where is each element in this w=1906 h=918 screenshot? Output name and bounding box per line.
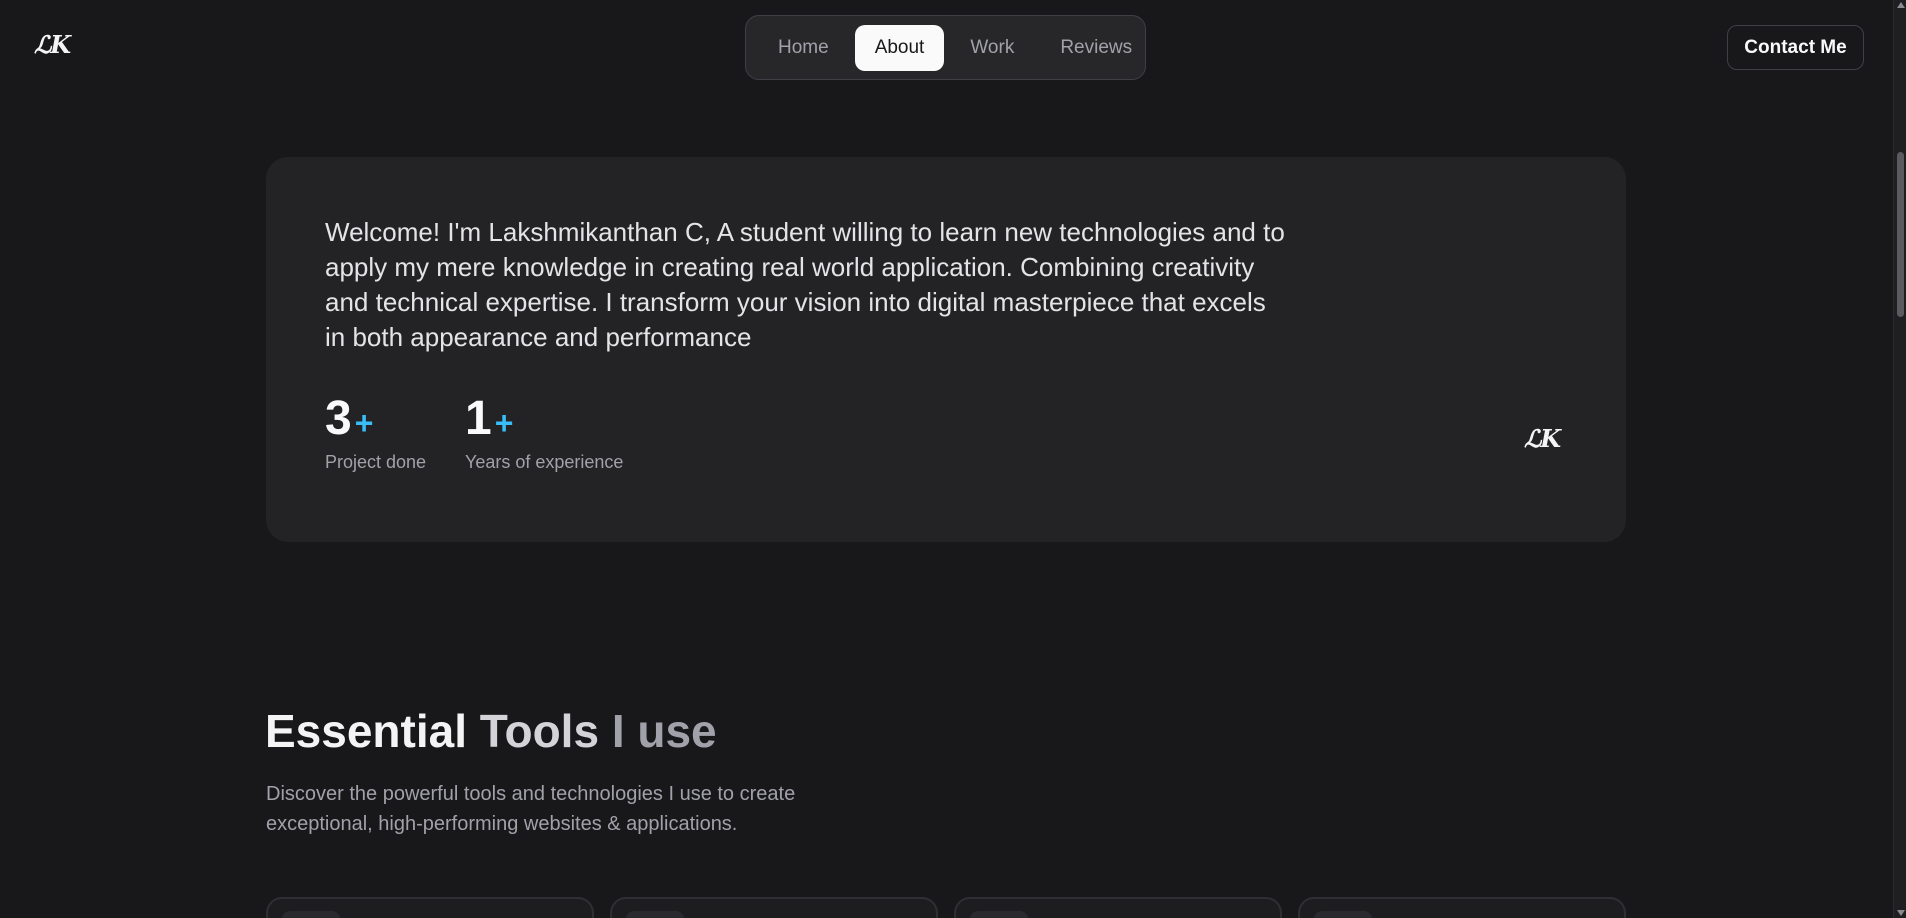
tool-card[interactable]: [1298, 897, 1626, 918]
stat-projects: 3+ Project done: [325, 394, 426, 473]
main-nav: Home About Work Reviews: [745, 15, 1146, 80]
nav-item-home[interactable]: Home: [758, 25, 849, 71]
nav-item-work[interactable]: Work: [950, 25, 1034, 71]
about-logo: ℒK: [1524, 424, 1561, 453]
scroll-down-arrow-icon[interactable]: [1897, 910, 1905, 916]
stat-plus: +: [494, 405, 514, 441]
stat-experience: 1+ Years of experience: [465, 394, 623, 473]
stat-label: Project done: [325, 452, 427, 472]
tool-icon: [970, 911, 1028, 918]
title-word-i-use: I use: [611, 705, 717, 757]
stat-value: 3: [325, 392, 352, 445]
tool-icon: [626, 911, 684, 918]
tool-card[interactable]: [954, 897, 1282, 918]
scroll-up-arrow-icon[interactable]: [1897, 2, 1905, 8]
tool-card[interactable]: [610, 897, 938, 918]
title-word-tools: Tools: [479, 705, 600, 757]
tool-icon: [282, 911, 340, 918]
stat-value: 1: [465, 392, 492, 445]
stat-label: Years of experience: [465, 452, 624, 472]
tools-section-description: Discover the powerful tools and technolo…: [266, 783, 796, 835]
nav-item-reviews[interactable]: Reviews: [1040, 25, 1152, 71]
stat-plus: +: [354, 405, 374, 441]
page: ℒK Home About Work Reviews Contact Me We…: [0, 0, 1906, 918]
tool-card[interactable]: [266, 897, 594, 918]
tools-section-title: Essential Tools I use: [265, 703, 717, 759]
title-word-essential: Essential: [265, 705, 467, 757]
scrollbar[interactable]: [1893, 0, 1906, 918]
scrollbar-thumb[interactable]: [1897, 152, 1904, 317]
site-logo[interactable]: ℒK: [34, 30, 71, 59]
nav-item-about[interactable]: About: [854, 24, 945, 71]
contact-me-button[interactable]: Contact Me: [1727, 25, 1864, 70]
about-text: Welcome! I'm Lakshmikanthan C, A student…: [325, 217, 1285, 352]
about-card: Welcome! I'm Lakshmikanthan C, A student…: [266, 157, 1626, 542]
tool-icon: [1314, 911, 1372, 918]
